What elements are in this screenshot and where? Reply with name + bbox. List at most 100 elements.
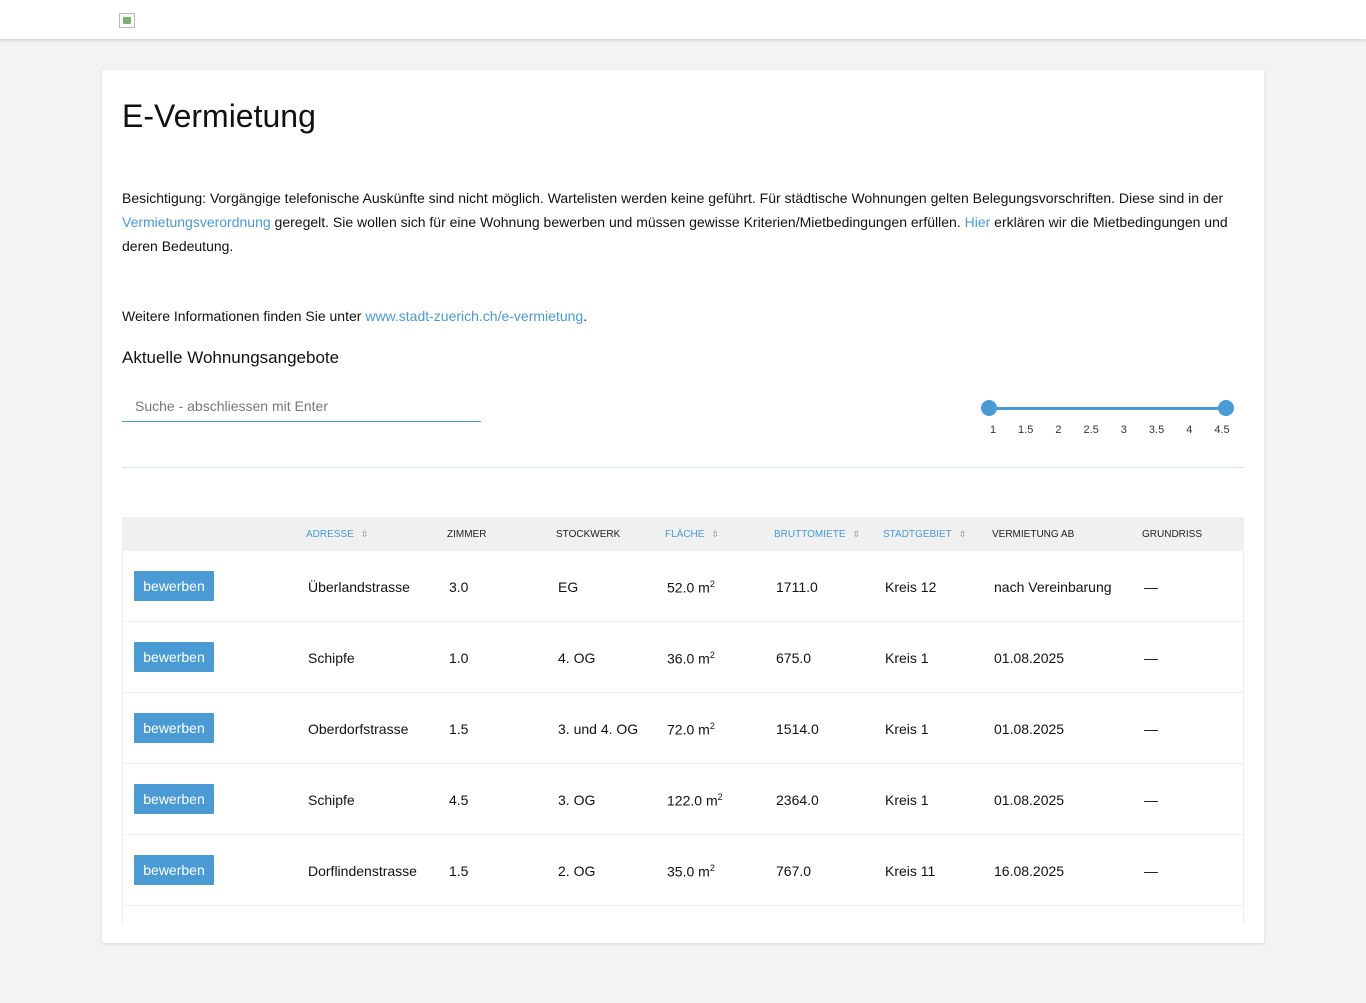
slider-tick-label: 1 (989, 424, 997, 436)
listings-table: Adresse ⇳ Zimmer Stockwerk Fläche ⇳ Brutto… (122, 517, 1244, 923)
column-header-stockwerk: Stockwerk (556, 529, 621, 540)
cell-flaeche: 122.0 m2 (667, 792, 723, 809)
cell-adresse: Oberdorfstrasse (308, 721, 409, 737)
cell-grundriss: — (1144, 650, 1158, 666)
area-value: 122.0 (667, 792, 703, 809)
area-unit: m (698, 650, 710, 667)
area-value: 35.0 (667, 863, 695, 880)
sort-icon[interactable]: ⇳ (361, 529, 369, 540)
cell-stockwerk: 3. und 4. OG (558, 721, 639, 737)
cell-grundriss: — (1144, 721, 1158, 737)
cell-bruttomiete: 675.0 (776, 650, 812, 666)
cell-flaeche: 72.0 m2 (667, 721, 715, 738)
slider-tick-label: 4.5 (1214, 424, 1230, 436)
area-exponent: 2 (709, 721, 715, 731)
cell-stockwerk: 4. OG (558, 650, 596, 666)
apply-button[interactable]: bewerben (134, 571, 214, 601)
cell-grundriss: — (1144, 863, 1158, 879)
column-header-adresse[interactable]: Adresse ⇳ (306, 529, 368, 540)
cell-vermietung-ab: 01.08.2025 (994, 792, 1065, 808)
area-unit: m (698, 579, 710, 596)
slider-track[interactable] (987, 407, 1227, 410)
area-exponent: 2 (709, 650, 715, 660)
cell-bruttomiete: 1514.0 (776, 721, 819, 737)
top-bar (0, 0, 1366, 39)
slider-tick-label: 2 (1055, 424, 1062, 436)
area-value: 52.0 (667, 579, 695, 596)
search-input[interactable] (122, 390, 481, 422)
slider-max-handle[interactable] (1218, 400, 1234, 416)
table-row: bewerben Schipfe 4.5 3. OG 122.0 m2 2364.0 Kre… (123, 764, 1243, 835)
section-title: Aktuelle Wohnungsangebote (122, 348, 340, 367)
cell-zimmer: 1.0 (449, 650, 469, 666)
apply-button[interactable]: bewerben (134, 713, 214, 743)
slider-min-handle[interactable] (981, 400, 997, 416)
column-header-vermietung-ab: Vermietung ab (992, 529, 1075, 540)
area-value: 72.0 (667, 721, 695, 738)
cell-stadtgebiet: Kreis 1 (885, 792, 929, 808)
cell-stadtgebiet: Kreis 11 (885, 863, 936, 879)
intro-text-part: Besichtigung: Vorgängige telefonische Au… (122, 190, 1224, 206)
cell-stockwerk: 3. OG (558, 792, 596, 808)
e-vermietung-link[interactable]: www.stadt-zuerich.ch/e-vermietung (365, 308, 583, 324)
column-header-zimmer: Zimmer (447, 529, 487, 540)
more-info-suffix: . (583, 308, 588, 324)
area-exponent: 2 (709, 863, 715, 873)
cell-grundriss: — (1144, 792, 1158, 808)
cell-bruttomiete: 1711.0 (776, 579, 818, 595)
page-title: E-Vermietung (122, 98, 316, 134)
column-header-flaeche[interactable]: Fläche ⇳ (665, 529, 719, 540)
table-header: Adresse ⇳ Zimmer Stockwerk Fläche ⇳ Brutto… (123, 517, 1243, 551)
table-row: bewerben Oberdorfstrasse 1.5 3. und 4. OG 72… (123, 693, 1243, 764)
sort-icon[interactable]: ⇳ (959, 529, 967, 540)
content-card: E-Vermietung Besichtigung: Vorgängige te… (102, 70, 1264, 943)
intro-text: Besichtigung: Vorgängige telefonische Au… (122, 186, 1244, 258)
cell-vermietung-ab: 01.08.2025 (994, 650, 1065, 666)
area-unit: m (698, 863, 710, 880)
area-value: 36.0 (667, 650, 695, 667)
column-header-label: Adresse (306, 529, 354, 540)
sort-icon[interactable]: ⇳ (852, 529, 860, 540)
column-header-stadtgebiet[interactable]: Stadtgebiet ⇳ (883, 529, 966, 540)
sort-icon[interactable]: ⇳ (711, 529, 719, 540)
cell-flaeche: 35.0 m2 (667, 863, 715, 880)
cell-adresse: Schipfe (308, 792, 355, 808)
column-header-label: Stadtgebiet (883, 529, 952, 540)
table-row: bewerben Überlandstrasse 3.0 EG 52.0 m2 1711.… (123, 551, 1243, 622)
area-unit: m (705, 792, 718, 809)
cell-flaeche: 36.0 m2 (667, 650, 715, 667)
cell-grundriss: — (1144, 579, 1158, 595)
cell-stadtgebiet: Kreis 1 (885, 721, 929, 737)
cell-bruttomiete: 2364.0 (776, 792, 819, 808)
column-header-grundriss: Grundriss (1142, 529, 1203, 540)
logo-image-icon[interactable] (119, 13, 135, 28)
vermietungsverordnung-link[interactable]: Vermietungsverordnung (122, 214, 271, 230)
cell-vermietung-ab: 16.08.2025 (994, 863, 1065, 879)
cell-zimmer: 3.0 (449, 579, 469, 595)
column-header-label: Bruttomiete (774, 529, 846, 540)
apply-button[interactable]: bewerben (134, 784, 214, 814)
cell-stockwerk: 2. OG (558, 863, 596, 879)
slider-tick-label: 3.5 (1148, 424, 1165, 436)
more-info-text: Weitere Informationen finden Sie unter w… (122, 304, 587, 328)
slider-tick-label: 3 (1120, 424, 1127, 436)
column-header-label: Fläche (665, 529, 705, 540)
apply-button[interactable]: bewerben (134, 642, 214, 672)
rooms-range-slider[interactable]: 1 1.5 2 2.5 3 3.5 4 4.5 (979, 398, 1235, 438)
slider-tick-label: 1.5 (1018, 424, 1034, 436)
cell-adresse: Überlandstrasse (308, 579, 410, 595)
cell-adresse: Dorflindenstrasse (308, 863, 417, 879)
area-unit: m (698, 721, 710, 738)
cell-bruttomiete: 767.0 (776, 863, 812, 879)
cell-stockwerk: EG (558, 579, 579, 595)
cell-adresse: Schipfe (308, 650, 355, 666)
area-exponent: 2 (709, 579, 715, 589)
table-row: bewerben Dorflindenstrasse 1.5 2. OG 35.0 m2… (123, 835, 1243, 906)
cell-zimmer: 1.5 (449, 721, 469, 737)
apply-button[interactable]: bewerben (134, 855, 214, 885)
cell-flaeche: 52.0 m2 (667, 579, 715, 596)
area-exponent: 2 (717, 792, 723, 802)
cell-stadtgebiet: Kreis 12 (885, 579, 937, 595)
hier-link[interactable]: Hier (965, 214, 991, 230)
column-header-bruttomiete[interactable]: Bruttomiete ⇳ (774, 529, 860, 540)
